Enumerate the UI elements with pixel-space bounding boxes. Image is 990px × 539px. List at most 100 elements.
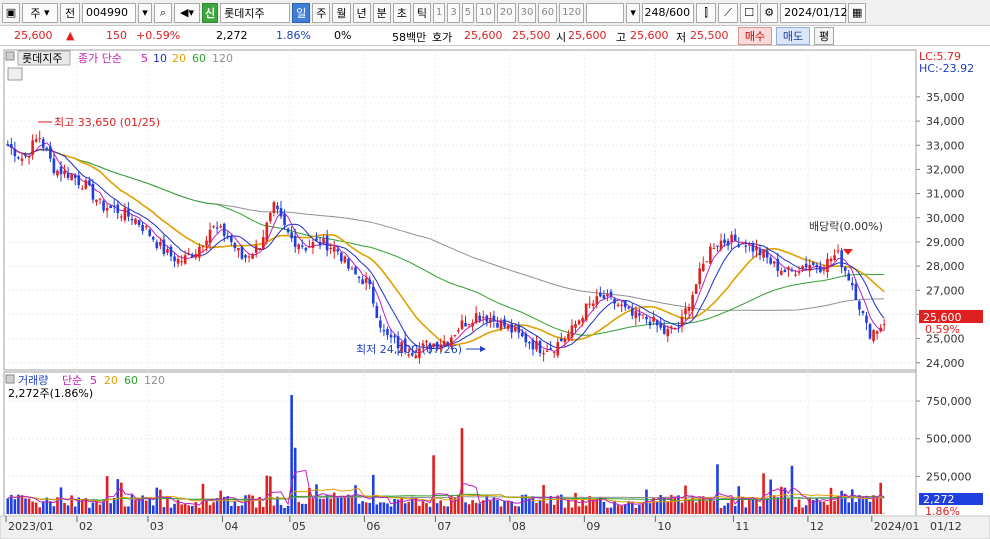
candle-body — [691, 295, 694, 311]
eval-button[interactable]: 평 — [814, 27, 834, 45]
candle-body — [545, 350, 549, 352]
candle-body — [379, 320, 382, 328]
volume-bar — [17, 494, 20, 514]
volume-bar — [315, 484, 318, 514]
candle-body — [49, 146, 52, 159]
candle-body — [254, 245, 258, 253]
date-field[interactable]: 2024/01/12 — [780, 2, 848, 23]
last-price-pct: 0.59% — [925, 323, 960, 336]
candle-body — [464, 322, 467, 327]
candle-body — [183, 255, 187, 264]
tab-period-year[interactable]: 년 — [352, 2, 371, 23]
buy-button[interactable]: 매수 — [738, 27, 772, 45]
candle-body — [13, 148, 17, 157]
candle-body — [772, 261, 776, 264]
candle-body — [127, 209, 130, 217]
candle-body — [744, 245, 748, 247]
candle-body — [588, 303, 592, 305]
tab-period-day[interactable]: 일 — [292, 2, 311, 23]
volume-bar — [31, 501, 34, 514]
candle-body — [315, 238, 318, 241]
candle-body — [24, 154, 27, 157]
volume-bar — [304, 503, 308, 514]
candle-body — [212, 226, 215, 228]
line-tool-icon[interactable]: ⟋ — [718, 2, 739, 23]
sell-button[interactable]: 매도 — [776, 27, 810, 45]
stock-name: 롯데지주 — [224, 6, 265, 20]
volume-bar — [655, 501, 659, 514]
price-tick-label: 33,000 — [926, 139, 965, 152]
interval-30[interactable]: 30 — [517, 2, 537, 23]
tab-period-second[interactable]: 초 — [392, 2, 411, 23]
interval-120[interactable]: 120 — [559, 2, 585, 23]
candle-body — [730, 234, 733, 242]
candle-type-icon[interactable]: ⫿ — [696, 2, 717, 23]
candle-body — [535, 341, 538, 350]
candle-body — [453, 334, 457, 337]
interval-3[interactable]: 3 — [447, 2, 460, 23]
code-input[interactable]: 004990 — [82, 2, 136, 23]
tab-period-week[interactable]: 주 — [312, 2, 331, 23]
candle-body — [694, 284, 698, 294]
volume-bar — [506, 500, 510, 514]
candle-body — [748, 244, 751, 246]
interval-20[interactable]: 20 — [496, 2, 516, 23]
candle-body — [283, 214, 286, 225]
price-panel[interactable] — [3, 49, 917, 371]
volume-bar — [833, 500, 836, 514]
count-value: 248/600 — [644, 6, 691, 19]
volume-bar — [290, 395, 293, 514]
tab-period-month[interactable]: 월 — [332, 2, 351, 23]
search-icon[interactable]: ⌕ — [154, 2, 172, 23]
interval-dropdown-icon[interactable]: ▾ — [626, 2, 641, 23]
export-icon[interactable]: ☐ — [740, 2, 759, 23]
volume-bar — [723, 505, 726, 514]
legend-ma10: 10 — [153, 52, 167, 65]
market-select[interactable]: 주 ▾ — [22, 2, 58, 23]
stock-name-field[interactable]: 롯데지주 — [220, 2, 291, 23]
grip-icon[interactable] — [7, 67, 23, 81]
candle-body — [361, 279, 364, 285]
candle-body — [102, 200, 105, 211]
candle-body — [826, 258, 829, 273]
calendar-icon[interactable]: ▦ — [848, 2, 867, 23]
sound-icon[interactable]: ◀▾ — [174, 2, 200, 23]
candle-body — [194, 254, 198, 258]
tab-period-tick[interactable]: 틱 — [412, 2, 431, 23]
candle-body — [91, 183, 95, 200]
interval-5[interactable]: 5 — [461, 2, 475, 23]
stock-chart[interactable]: 35,000 34,000 33,000 32,000 31,000 30,000 29,0… — [0, 46, 990, 539]
candle-body — [645, 316, 648, 320]
count-field[interactable]: 248/600 — [642, 2, 695, 23]
volume-bar — [88, 507, 91, 514]
interval-1[interactable]: 1 — [433, 2, 446, 23]
tab-period-minute[interactable]: 분 — [372, 2, 391, 23]
volume-bar — [606, 507, 609, 514]
trade-amount: 58백만 — [392, 31, 427, 44]
volume-bar — [269, 476, 272, 514]
volume-menu-icon[interactable] — [5, 374, 15, 384]
interval-input[interactable] — [586, 2, 625, 23]
candle-body — [116, 204, 120, 213]
interval-10[interactable]: 10 — [476, 2, 495, 23]
volume-bar — [105, 476, 109, 514]
market2-select[interactable]: 전 — [60, 2, 80, 23]
candle-body — [755, 246, 758, 251]
code-dropdown-icon[interactable]: ▾ — [138, 2, 152, 23]
candle-body — [616, 304, 620, 306]
candle-body — [513, 327, 517, 332]
interval-60[interactable]: 60 — [538, 2, 558, 23]
layout-icon[interactable]: ▣ — [2, 2, 20, 23]
dividend-note: 배당락(0.00%) — [809, 220, 883, 233]
volume-bar — [790, 465, 794, 514]
candle-body — [716, 245, 719, 247]
panel-menu-icon[interactable] — [5, 51, 15, 61]
candle-body — [542, 353, 545, 355]
gear-icon[interactable]: ⚙ — [760, 2, 779, 23]
candle-body — [666, 328, 670, 337]
volume-bar — [109, 503, 112, 514]
volume-bar — [361, 501, 364, 514]
candle-body — [173, 256, 176, 262]
candle-body — [865, 315, 868, 323]
volume-bar — [552, 504, 556, 514]
